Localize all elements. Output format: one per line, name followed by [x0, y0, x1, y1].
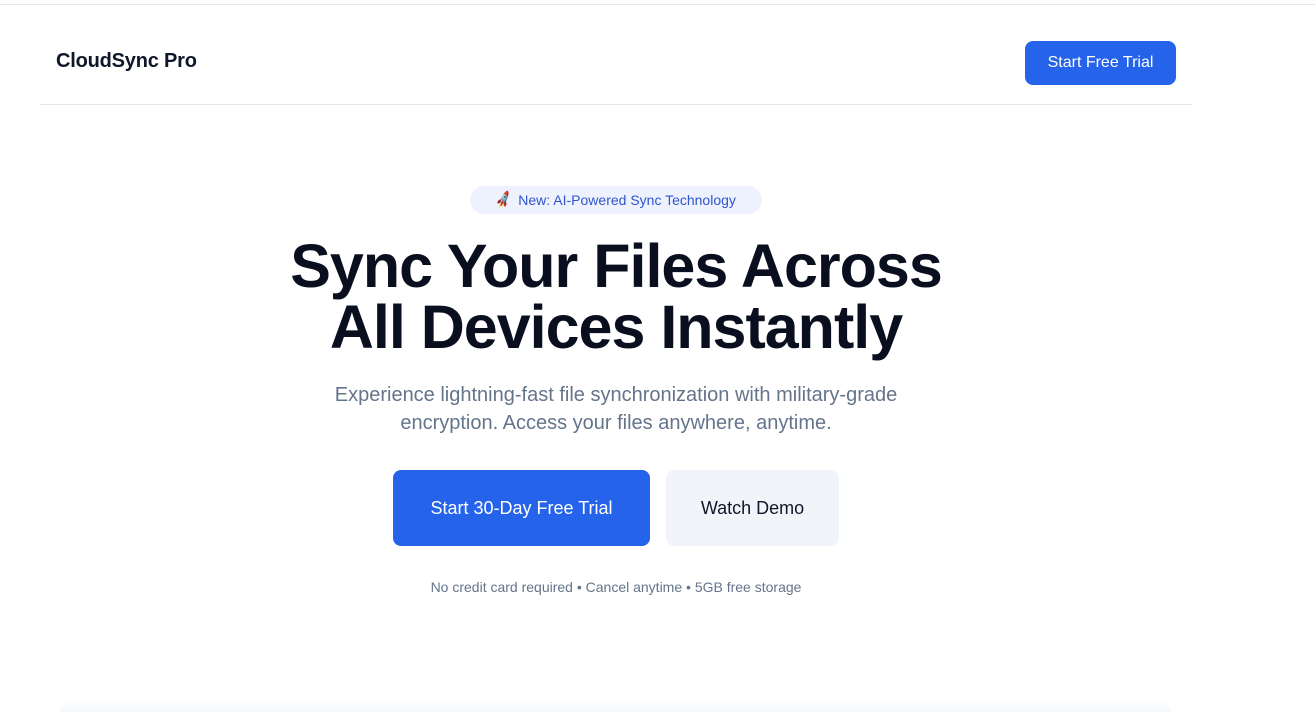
header-start-free-trial-button[interactable]: Start Free Trial: [1025, 41, 1176, 85]
announcement-badge-text: New: AI-Powered Sync Technology: [518, 192, 736, 208]
trial-fineprint: No credit card required • Cancel anytime…: [430, 579, 802, 595]
hero-headline-line-1: Sync Your Files Across: [290, 232, 943, 300]
brand-logo-text[interactable]: CloudSync Pro: [56, 50, 197, 73]
hero-headline: Sync Your Files Across All Devices Insta…: [0, 236, 1232, 358]
next-section-edge: [60, 700, 1170, 712]
site-header: CloudSync Pro Start Free Trial: [40, 5, 1192, 105]
rocket-icon: 🚀: [493, 189, 515, 210]
watch-demo-button[interactable]: Watch Demo: [666, 470, 839, 546]
announcement-badge: 🚀 New: AI-Powered Sync Technology: [470, 186, 762, 214]
hero-headline-line-2: All Devices Instantly: [329, 293, 903, 361]
hero-subheadline: Experience lightning-fast file synchroni…: [334, 384, 898, 434]
start-trial-button[interactable]: Start 30-Day Free Trial: [393, 470, 650, 546]
